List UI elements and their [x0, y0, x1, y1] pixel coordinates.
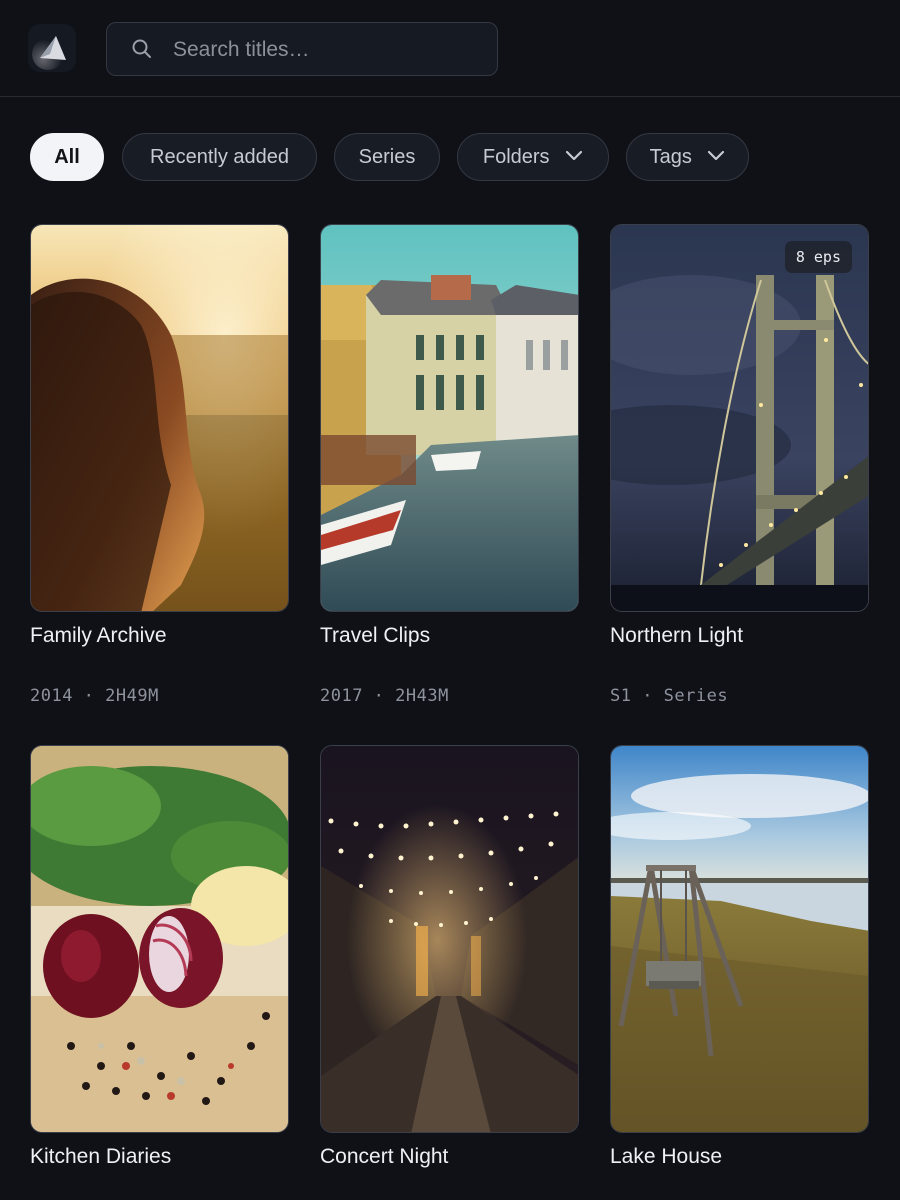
- thumbnail[interactable]: 8 eps: [610, 224, 869, 612]
- filter-chip-label: Series: [358, 146, 416, 168]
- app-logo-icon[interactable]: [28, 24, 76, 72]
- search-bar[interactable]: [106, 22, 498, 76]
- thumbnail[interactable]: [30, 224, 289, 612]
- filter-chip-label: Tags: [649, 146, 692, 168]
- search-input[interactable]: [171, 31, 485, 69]
- chevron-down-icon: [707, 133, 725, 179]
- top-bar: [0, 0, 900, 97]
- card-title[interactable]: Kitchen Diaries: [30, 1145, 171, 1169]
- card-title[interactable]: Northern Light: [610, 624, 743, 648]
- filter-chip-folders[interactable]: Folders: [457, 133, 609, 181]
- filter-chip-all[interactable]: All: [30, 133, 104, 181]
- card-title[interactable]: Concert Night: [320, 1145, 448, 1169]
- thumbnail[interactable]: [30, 745, 289, 1133]
- card-title[interactable]: Travel Clips: [320, 624, 430, 648]
- card-meta: 2017 · 2H43M: [320, 686, 449, 706]
- card-title[interactable]: Family Archive: [30, 624, 167, 648]
- filter-chip-recently-added[interactable]: Recently added: [122, 133, 317, 181]
- chevron-down-icon: [565, 133, 583, 179]
- thumbnail[interactable]: [320, 224, 579, 612]
- episode-count-badge: 8 eps: [784, 241, 852, 273]
- filter-chips: All Recently added Series Folders Tags: [30, 133, 890, 183]
- filter-chip-series[interactable]: Series: [334, 133, 440, 181]
- filter-chip-tags[interactable]: Tags: [626, 133, 749, 181]
- search-icon: [131, 38, 153, 65]
- filter-chip-label: Folders: [482, 146, 550, 168]
- card-meta: S1 · Series: [610, 686, 729, 706]
- thumbnail[interactable]: [610, 745, 869, 1133]
- card-title[interactable]: Lake House: [610, 1145, 722, 1169]
- card-meta: 2014 · 2H49M: [30, 686, 159, 706]
- thumbnail[interactable]: [320, 745, 579, 1133]
- filter-chip-label: All: [54, 146, 80, 168]
- filter-chip-label: Recently added: [150, 146, 289, 168]
